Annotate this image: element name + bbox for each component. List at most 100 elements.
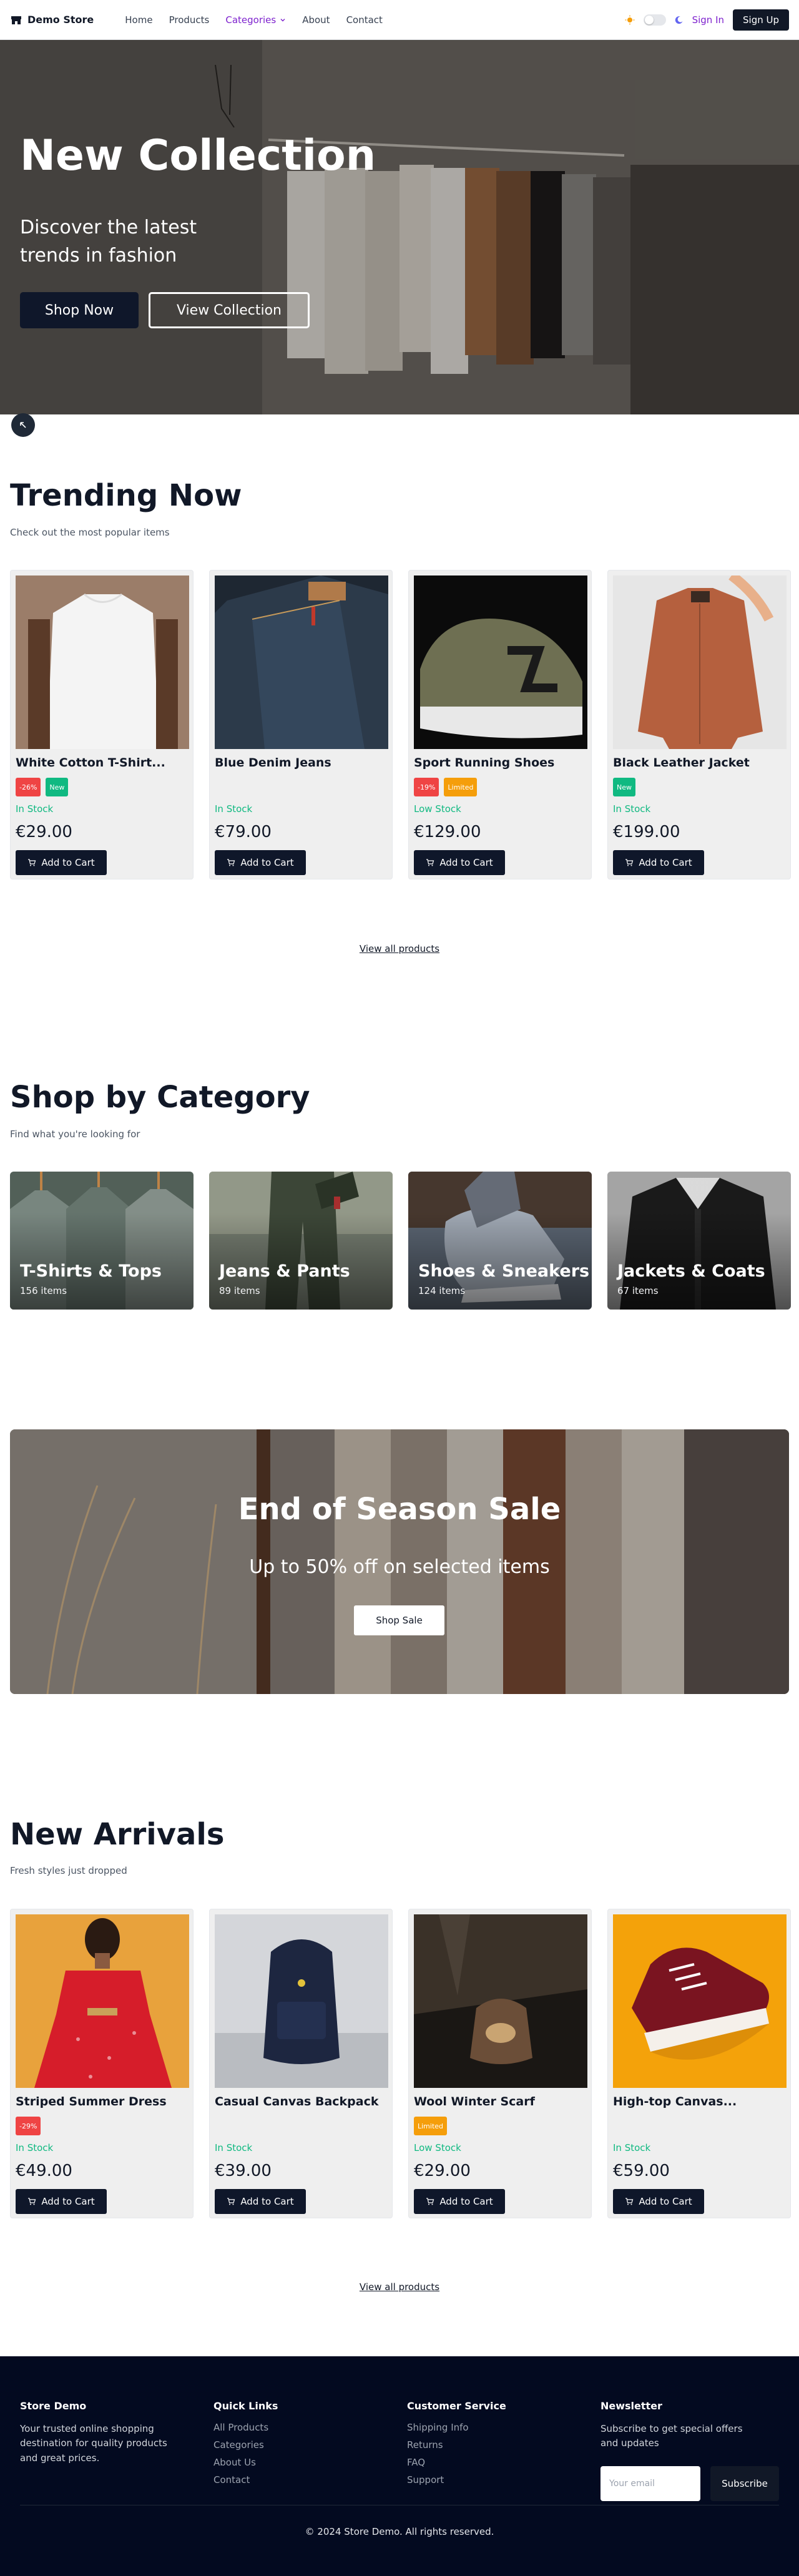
- add-to-cart-button[interactable]: Add to Cart: [215, 2189, 306, 2214]
- view-all-trending-link[interactable]: View all products: [0, 943, 799, 954]
- product-name[interactable]: White Cotton T-Shirt...: [16, 756, 188, 770]
- product-image[interactable]: [414, 575, 587, 749]
- add-to-cart-button[interactable]: Add to Cart: [613, 2189, 704, 2214]
- product-name[interactable]: Black Leather Jacket: [613, 756, 785, 770]
- view-all-arrivals-link[interactable]: View all products: [0, 2281, 799, 2293]
- subscribe-button[interactable]: Subscribe: [710, 2466, 779, 2501]
- limited-badge: Limited: [444, 778, 478, 796]
- category-card-shoes[interactable]: Shoes & Sneakers 124 items: [408, 1172, 592, 1310]
- footer-link-shipping[interactable]: Shipping Info: [407, 2422, 506, 2433]
- footer: Store Demo Your trusted online shopping …: [0, 2356, 799, 2576]
- footer-quick-links: Quick Links All Products Categories Abou…: [213, 2400, 278, 2492]
- product-name[interactable]: Striped Summer Dress: [16, 2095, 188, 2108]
- category-card-jeans[interactable]: Jeans & Pants 89 items: [209, 1172, 393, 1310]
- product-image[interactable]: [215, 575, 388, 749]
- add-to-cart-button[interactable]: Add to Cart: [16, 2189, 107, 2214]
- stock-status: In Stock: [613, 803, 651, 815]
- product-name[interactable]: Sport Running Shoes: [414, 756, 586, 770]
- product-card[interactable]: Blue Denim Jeans In Stock €79.00 Add to …: [209, 570, 393, 879]
- new-badge: New: [613, 778, 635, 796]
- categories-title: Shop by Category: [10, 1080, 310, 1115]
- nav-products[interactable]: Products: [169, 14, 210, 26]
- arrivals-subtitle: Fresh styles just dropped: [10, 1865, 127, 1876]
- add-to-cart-button[interactable]: Add to Cart: [215, 850, 306, 875]
- sign-up-button[interactable]: Sign Up: [733, 9, 789, 31]
- arrivals-title: New Arrivals: [10, 1817, 225, 1852]
- top-navbar: Demo Store Home Products Categories Abou…: [0, 0, 799, 40]
- category-card-jackets[interactable]: Jackets & Coats 67 items: [607, 1172, 791, 1310]
- nav-categories[interactable]: Categories: [225, 14, 286, 26]
- product-card[interactable]: Sport Running Shoes -19% Limited Low Sto…: [408, 570, 592, 879]
- footer-link-faq[interactable]: FAQ: [407, 2457, 506, 2468]
- add-to-cart-button[interactable]: Add to Cart: [414, 850, 505, 875]
- nav-about[interactable]: About: [302, 14, 330, 26]
- footer-link-support[interactable]: Support: [407, 2474, 506, 2485]
- product-name[interactable]: Casual Canvas Backpack: [215, 2095, 387, 2108]
- footer-customer-service: Customer Service Shipping Info Returns F…: [407, 2400, 506, 2492]
- hero-subtitle: Discover the latest trends in fashion: [20, 217, 197, 267]
- footer-about: Store Demo Your trusted online shopping …: [20, 2400, 182, 2466]
- stock-status: In Stock: [16, 803, 54, 815]
- footer-link-all-products[interactable]: All Products: [213, 2422, 278, 2433]
- product-name[interactable]: Blue Denim Jeans: [215, 756, 387, 770]
- nav-home[interactable]: Home: [125, 14, 152, 26]
- product-card[interactable]: Wool Winter Scarf Limited Low Stock €29.…: [408, 1909, 592, 2218]
- add-to-cart-label: Add to Cart: [41, 2196, 95, 2207]
- sign-in-link[interactable]: Sign In: [692, 14, 724, 26]
- nav-contact[interactable]: Contact: [346, 14, 383, 26]
- category-card-tshirts[interactable]: T-Shirts & Tops 156 items: [10, 1172, 194, 1310]
- category-count: 89 items: [219, 1285, 260, 1296]
- shop-now-button[interactable]: Shop Now: [20, 292, 139, 328]
- product-image[interactable]: [16, 1914, 189, 2088]
- product-name[interactable]: Wool Winter Scarf: [414, 2095, 586, 2108]
- product-image[interactable]: [16, 575, 189, 749]
- discount-badge: -26%: [16, 778, 41, 796]
- newsletter-email-input[interactable]: Your email: [600, 2466, 700, 2501]
- hero-banner: New Collection Discover the latest trend…: [0, 40, 799, 414]
- product-card[interactable]: Striped Summer Dress -29% In Stock €49.0…: [10, 1909, 194, 2218]
- stock-status: In Stock: [215, 803, 253, 815]
- add-to-cart-label: Add to Cart: [439, 2196, 493, 2207]
- product-card[interactable]: White Cotton T-Shirt... -26% New In Stoc…: [10, 570, 194, 879]
- product-name[interactable]: High-top Canvas...: [613, 2095, 785, 2108]
- add-to-cart-button[interactable]: Add to Cart: [613, 850, 704, 875]
- hero-title: New Collection: [20, 131, 376, 180]
- product-card[interactable]: Black Leather Jacket New In Stock €199.0…: [607, 570, 791, 879]
- product-image[interactable]: [215, 1914, 388, 2088]
- category-name: Jackets & Coats: [617, 1261, 765, 1281]
- footer-link-categories[interactable]: Categories: [213, 2439, 278, 2451]
- brand[interactable]: Demo Store: [10, 14, 94, 26]
- add-to-cart-label: Add to Cart: [639, 857, 692, 868]
- product-price: €49.00: [16, 2162, 72, 2180]
- footer-link-contact[interactable]: Contact: [213, 2474, 278, 2485]
- category-name: Jeans & Pants: [219, 1261, 350, 1281]
- add-to-cart-label: Add to Cart: [639, 2196, 692, 2207]
- product-card[interactable]: High-top Canvas... In Stock €59.00 Add t…: [607, 1909, 791, 2218]
- add-to-cart-button[interactable]: Add to Cart: [414, 2189, 505, 2214]
- add-to-cart-label: Add to Cart: [240, 857, 294, 868]
- cart-icon: [27, 2197, 36, 2206]
- product-image[interactable]: [414, 1914, 587, 2088]
- view-collection-button[interactable]: View Collection: [149, 292, 310, 328]
- floating-expand-button[interactable]: [11, 413, 35, 437]
- product-card[interactable]: Casual Canvas Backpack In Stock €39.00 A…: [209, 1909, 393, 2218]
- stock-status: In Stock: [16, 2142, 54, 2153]
- stock-status: Low Stock: [414, 803, 461, 815]
- nav-categories-label: Categories: [225, 14, 277, 26]
- product-image[interactable]: [613, 1914, 787, 2088]
- category-count: 124 items: [418, 1285, 466, 1296]
- stock-status: Low Stock: [414, 2142, 461, 2153]
- theme-toggle[interactable]: [643, 14, 666, 26]
- footer-link-about-us[interactable]: About Us: [213, 2457, 278, 2468]
- category-name: Shoes & Sneakers: [418, 1261, 590, 1281]
- view-all-label: View all products: [359, 943, 440, 954]
- new-badge: New: [46, 778, 69, 796]
- footer-link-returns[interactable]: Returns: [407, 2439, 506, 2451]
- add-to-cart-label: Add to Cart: [439, 857, 493, 868]
- trending-title: Trending Now: [10, 478, 242, 513]
- discount-badge: -29%: [16, 2117, 41, 2135]
- stock-status: In Stock: [215, 2142, 253, 2153]
- add-to-cart-button[interactable]: Add to Cart: [16, 850, 107, 875]
- shop-sale-button[interactable]: Shop Sale: [354, 1605, 444, 1635]
- product-image[interactable]: [613, 575, 787, 749]
